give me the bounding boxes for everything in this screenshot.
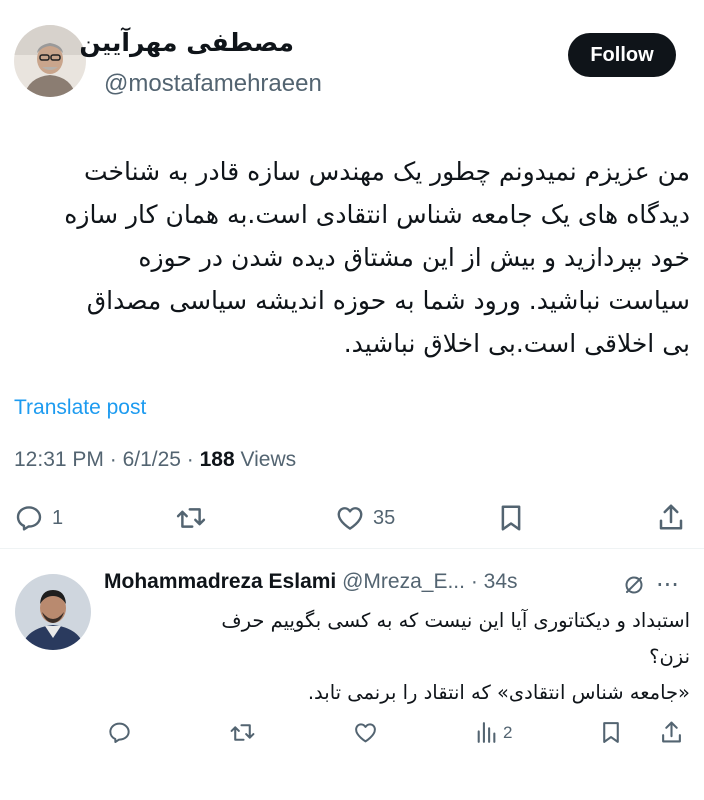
reply-header: Mohammadreza Eslami @Mreza_E... · 34s — [104, 570, 518, 594]
reply-line: «جامعه شناس انتقادی» که انتقاد را برنمی … — [307, 681, 690, 704]
like-icon — [337, 507, 363, 530]
tweet-time[interactable]: 12:31 PM — [14, 448, 104, 471]
reply-views-button[interactable]: 2 — [475, 720, 512, 745]
views-count: 188 — [199, 448, 235, 471]
translate-post-link[interactable]: Translate post — [14, 396, 146, 420]
views-label: Views — [240, 448, 297, 471]
reply-share-button[interactable] — [660, 719, 683, 745]
reply-bookmark-button[interactable] — [600, 720, 622, 745]
reply-reply-button[interactable] — [107, 720, 132, 745]
reply-icon — [16, 506, 42, 531]
bookmark-icon — [603, 722, 619, 743]
reply-icon — [109, 722, 130, 743]
share-icon — [659, 504, 683, 530]
more-options-icon[interactable]: ··· — [656, 571, 679, 599]
reply-button[interactable]: 1 — [14, 503, 63, 533]
reply-time[interactable]: 34s — [484, 570, 518, 593]
follow-button[interactable]: Follow — [568, 33, 676, 77]
reply-like-button[interactable] — [353, 720, 378, 745]
author-name[interactable]: مصطفی مهرآیین — [79, 28, 294, 57]
like-button[interactable]: 35 — [335, 503, 395, 533]
views-icon — [477, 722, 496, 743]
share-button[interactable] — [657, 502, 685, 532]
like-count: 35 — [373, 506, 396, 529]
tweet-line: من عزیزم نمیدونم چطور یک مهندس سازه قادر… — [84, 157, 690, 186]
reply-author-name[interactable]: Mohammadreza Eslami — [104, 570, 336, 593]
reply-line: نزن؟ — [649, 645, 690, 668]
tweet-line: بی اخلاقی است.بی اخلاق نباشید. — [343, 329, 690, 358]
tweet-meta: 12:31 PM · 6/1/25 · 188 Views — [14, 448, 296, 472]
author-avatar[interactable] — [14, 25, 86, 97]
reply-author-handle[interactable]: @Mreza_E... — [342, 570, 465, 593]
like-icon — [355, 723, 376, 743]
retweet-button[interactable] — [175, 503, 207, 533]
bookmark-button[interactable] — [498, 503, 524, 533]
meta-dot: · — [186, 448, 200, 471]
reply-count: 1 — [52, 506, 64, 529]
tweet-line: دیدگاه های یک جامعه شناس انتقادی است.به … — [64, 200, 690, 229]
meta-dot: · — [109, 448, 123, 471]
retweet-icon — [230, 724, 255, 741]
reply-author-avatar[interactable] — [15, 574, 91, 650]
bookmark-icon — [501, 505, 521, 531]
tweet-line: خود بپردازید و بیش از این مشتاق دیده شدن… — [138, 243, 690, 272]
reply-body: استبداد و دیکتاتوری آیا این نیست که به ک… — [100, 603, 690, 711]
reply-views-count: 2 — [503, 722, 513, 742]
grok-icon[interactable] — [622, 573, 646, 601]
divider — [0, 548, 704, 549]
tweet-line: سیاست نباشید. ورود شما به حوزه اندیشه سی… — [86, 286, 690, 315]
tweet-date[interactable]: 6/1/25 — [123, 448, 181, 471]
tweet-body: من عزیزم نمیدونم چطور یک مهندس سازه قادر… — [14, 150, 690, 365]
share-icon — [662, 721, 681, 743]
meta-dot: · — [470, 570, 478, 593]
retweet-icon — [176, 508, 206, 528]
author-handle[interactable]: @mostafamehraeen — [104, 70, 322, 98]
reply-line: استبداد و دیکتاتوری آیا این نیست که به ک… — [221, 609, 690, 632]
reply-retweet-button[interactable] — [229, 720, 256, 745]
